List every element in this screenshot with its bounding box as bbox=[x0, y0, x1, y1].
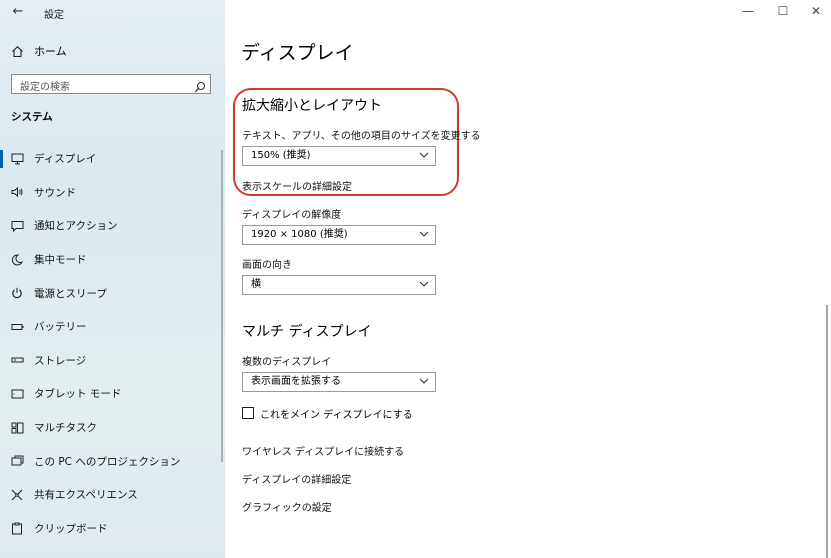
search-input[interactable] bbox=[12, 78, 190, 97]
moon-icon bbox=[10, 253, 24, 267]
sidebar-item-label: この PC へのプロジェクション bbox=[34, 455, 181, 468]
multitask-icon bbox=[10, 421, 24, 435]
sidebar-item-label: バッテリー bbox=[34, 321, 87, 334]
sidebar-item-label: ディスプレイ bbox=[34, 153, 97, 166]
home-nav-item[interactable]: ホーム bbox=[10, 40, 67, 62]
projection-icon bbox=[10, 454, 24, 468]
search-box[interactable] bbox=[11, 74, 211, 97]
advanced-display-settings-link[interactable]: ディスプレイの詳細設定 bbox=[242, 471, 351, 486]
chevron-down-icon bbox=[419, 231, 429, 237]
scale-size-label: テキスト、アプリ、その他の項目のサイズを変更する bbox=[242, 131, 481, 142]
multi-display-dropdown[interactable]: 表示画面を拡張する bbox=[242, 372, 436, 392]
sidebar-item-label: クリップボード bbox=[34, 522, 108, 535]
sidebar: ← 設定 ホーム システム ディスプレイ サウンド bbox=[0, 0, 225, 558]
tablet-icon bbox=[10, 387, 24, 401]
sidebar-item-projection[interactable]: この PC へのプロジェクション bbox=[0, 444, 221, 478]
sidebar-item-multitask[interactable]: マルチタスク bbox=[0, 411, 221, 445]
home-label: ホーム bbox=[34, 45, 67, 58]
sidebar-item-storage[interactable]: ストレージ bbox=[0, 344, 221, 378]
sidebar-item-sound[interactable]: サウンド bbox=[0, 176, 221, 210]
sidebar-item-label: ストレージ bbox=[34, 354, 87, 367]
resolution-dropdown[interactable]: 1920 × 1080 (推奨) bbox=[242, 225, 436, 245]
section-title: システム bbox=[11, 111, 53, 123]
orientation-dropdown-value: 横 bbox=[251, 279, 261, 290]
resolution-dropdown-value: 1920 × 1080 (推奨) bbox=[251, 229, 348, 240]
notification-icon bbox=[10, 219, 24, 233]
main-display-checkbox[interactable] bbox=[242, 407, 254, 419]
sidebar-item-tablet[interactable]: タブレット モード bbox=[0, 377, 221, 411]
sidebar-item-focus[interactable]: 集中モード bbox=[0, 243, 221, 277]
multi-display-label: 複数のディスプレイ bbox=[242, 357, 332, 368]
chevron-down-icon bbox=[419, 281, 429, 287]
battery-icon bbox=[10, 320, 24, 334]
sidebar-item-display[interactable]: ディスプレイ bbox=[0, 142, 221, 176]
scale-dropdown-value: 150% (推奨) bbox=[251, 150, 311, 161]
resolution-label: ディスプレイの解像度 bbox=[242, 210, 342, 221]
orientation-dropdown[interactable]: 横 bbox=[242, 275, 436, 295]
sidebar-scrollbar[interactable] bbox=[221, 150, 223, 462]
page-title: ディスプレイ bbox=[241, 42, 354, 64]
sidebar-item-notifications[interactable]: 通知とアクション bbox=[0, 209, 221, 243]
multi-display-dropdown-value: 表示画面を拡張する bbox=[251, 376, 341, 387]
maximize-button[interactable]: ☐ bbox=[775, 3, 791, 19]
sidebar-item-label: 集中モード bbox=[34, 254, 87, 267]
sidebar-item-label: マルチタスク bbox=[34, 422, 97, 435]
sidebar-item-label: タブレット モード bbox=[34, 388, 122, 401]
sidebar-item-label: 電源とスリープ bbox=[34, 287, 107, 300]
sidebar-item-label: 通知とアクション bbox=[34, 220, 118, 233]
back-button[interactable]: ← bbox=[8, 3, 28, 21]
sidebar-item-clipboard[interactable]: クリップボード bbox=[0, 512, 221, 546]
speaker-icon bbox=[10, 185, 24, 199]
share-icon bbox=[10, 488, 24, 502]
home-icon bbox=[10, 44, 24, 58]
search-icon[interactable] bbox=[194, 78, 206, 93]
power-icon bbox=[10, 286, 24, 300]
app-title: 設定 bbox=[44, 10, 64, 21]
main-content: — ☐ ✕ ディスプレイ 拡大縮小とレイアウト テキスト、アプリ、その他の項目の… bbox=[225, 0, 831, 558]
scale-dropdown[interactable]: 150% (推奨) bbox=[242, 146, 436, 166]
main-scrollbar[interactable] bbox=[826, 305, 828, 558]
scale-layout-heading: 拡大縮小とレイアウト bbox=[242, 98, 382, 114]
sidebar-item-power[interactable]: 電源とスリープ bbox=[0, 276, 221, 310]
advanced-scaling-link[interactable]: 表示スケールの詳細設定 bbox=[242, 178, 352, 193]
close-button[interactable]: ✕ bbox=[808, 3, 824, 19]
sidebar-item-battery[interactable]: バッテリー bbox=[0, 310, 221, 344]
wireless-display-link[interactable]: ワイヤレス ディスプレイに接続する bbox=[242, 443, 404, 458]
sidebar-item-label: 共有エクスペリエンス bbox=[34, 489, 138, 502]
graphics-settings-link[interactable]: グラフィックの設定 bbox=[242, 499, 332, 514]
sidebar-item-shared-experiences[interactable]: 共有エクスペリエンス bbox=[0, 478, 221, 512]
chevron-down-icon bbox=[419, 378, 429, 384]
monitor-icon bbox=[10, 152, 24, 166]
sidebar-nav: ディスプレイ サウンド 通知とアクション 集中モード 電源とスリープ バッテリー… bbox=[0, 142, 221, 545]
sidebar-item-label: サウンド bbox=[34, 186, 76, 199]
multi-display-heading: マルチ ディスプレイ bbox=[242, 324, 372, 340]
main-display-checkbox-label: これをメイン ディスプレイにする bbox=[260, 409, 413, 421]
orientation-label: 画面の向き bbox=[242, 260, 292, 271]
clipboard-icon bbox=[10, 521, 24, 535]
main-display-checkbox-row[interactable]: これをメイン ディスプレイにする bbox=[242, 405, 413, 421]
chevron-down-icon bbox=[419, 152, 429, 158]
minimize-button[interactable]: — bbox=[740, 3, 756, 19]
storage-icon bbox=[10, 353, 24, 367]
